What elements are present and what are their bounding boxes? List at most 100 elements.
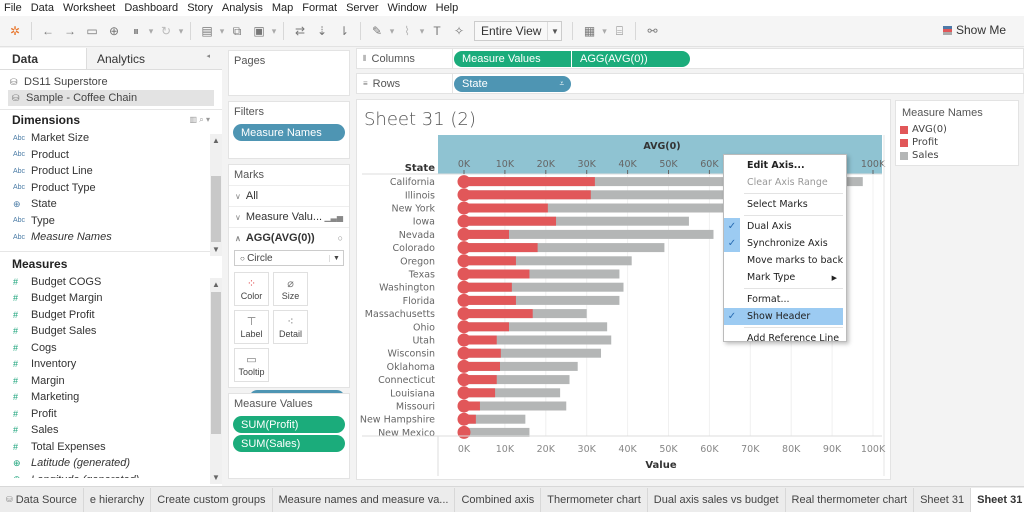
- menu-item-select-marks[interactable]: Select Marks: [724, 196, 846, 213]
- field-item[interactable]: Abc Product: [0, 147, 222, 164]
- dropdown-icon[interactable]: ▾: [270, 26, 278, 37]
- field-item[interactable]: # Total Expenses: [0, 439, 222, 456]
- fix-axes-icon[interactable]: ✧: [448, 24, 470, 38]
- scroll-down-icon[interactable]: ▼: [210, 473, 222, 482]
- scroll-down-icon[interactable]: ▼: [210, 245, 222, 254]
- columns-pill-measure-values[interactable]: Measure Values: [454, 50, 571, 67]
- redo-icon[interactable]: →: [59, 24, 81, 38]
- presentation-mode-icon[interactable]: ⌸: [608, 24, 630, 39]
- bar-profit[interactable]: [464, 216, 557, 226]
- field-item[interactable]: # Cogs: [0, 340, 222, 357]
- menu-item-show-header[interactable]: ✓ Show Header: [724, 308, 843, 325]
- field-item[interactable]: # Sales: [0, 422, 222, 439]
- row-label[interactable]: Nevada: [399, 230, 435, 241]
- circle-avg[interactable]: [457, 359, 471, 373]
- bar-profit[interactable]: [464, 309, 533, 319]
- circle-avg[interactable]: [457, 307, 471, 321]
- scroll-up-icon[interactable]: ▲: [210, 136, 222, 145]
- field-item[interactable]: Abc Product Type: [0, 180, 222, 197]
- field-item[interactable]: Abc Product Line: [0, 163, 222, 180]
- marks-row-agg-avg[interactable]: ∧ AGG(AVG(0)) ○: [229, 227, 349, 248]
- menu-item-mark-type[interactable]: Mark Type ▶: [724, 269, 846, 286]
- bar-profit[interactable]: [464, 282, 512, 292]
- field-item[interactable]: # Margin: [0, 373, 222, 390]
- bar-profit[interactable]: [464, 295, 516, 305]
- circle-avg[interactable]: [457, 214, 471, 228]
- mark-type-select[interactable]: ○ Circle ▼: [234, 250, 344, 266]
- menu-window[interactable]: Window: [388, 2, 427, 14]
- field-item[interactable]: ⊕ Latitude (generated): [0, 455, 222, 472]
- bar-profit[interactable]: [464, 269, 530, 279]
- legend-item[interactable]: AVG(0): [896, 123, 1018, 136]
- sort-ascending-icon[interactable]: ⇣: [311, 24, 333, 38]
- filter-pill-measure-names[interactable]: Measure Names: [233, 124, 345, 141]
- dropdown-icon[interactable]: ▾: [388, 26, 396, 37]
- dropdown-icon[interactable]: ▾: [600, 26, 608, 37]
- measure-value-pill[interactable]: SUM(Sales): [233, 435, 345, 452]
- label-button[interactable]: ⊤ Label: [234, 310, 269, 344]
- circle-avg[interactable]: [457, 280, 471, 294]
- bar-profit[interactable]: [464, 203, 548, 213]
- bar-profit[interactable]: [464, 177, 595, 187]
- marks-row-measure-values[interactable]: ∨ Measure Valu... ▁▃▅: [229, 206, 349, 227]
- datasource-item[interactable]: ⛁ DS11 Superstore: [0, 74, 222, 90]
- menu-item-move-marks-to-back[interactable]: Move marks to back: [724, 252, 846, 269]
- menu-format[interactable]: Format: [302, 2, 337, 14]
- row-label[interactable]: New Hampshire: [360, 415, 435, 426]
- field-item[interactable]: # Budget Sales: [0, 323, 222, 340]
- field-item[interactable]: ⊕ State: [0, 196, 222, 213]
- undo-icon[interactable]: ←: [37, 24, 59, 38]
- row-label[interactable]: California: [390, 177, 435, 188]
- scroll-thumb[interactable]: [211, 292, 221, 434]
- top-axis-title[interactable]: AVG(0): [643, 141, 680, 152]
- duplicate-icon[interactable]: ⧉: [226, 24, 248, 39]
- bar-profit[interactable]: [464, 322, 509, 332]
- row-label[interactable]: Oklahoma: [387, 362, 435, 373]
- size-button[interactable]: ⌀ Size: [273, 272, 308, 306]
- pane-menu-icon[interactable]: ◂: [206, 52, 210, 65]
- row-label[interactable]: Massachusetts: [365, 309, 435, 320]
- color-button[interactable]: ⁘ Color: [234, 272, 269, 306]
- row-label[interactable]: Utah: [412, 336, 435, 347]
- sheet-tab[interactable]: Thermometer chart: [541, 487, 648, 512]
- sheet-tab[interactable]: Combined axis: [455, 487, 542, 512]
- menu-file[interactable]: File: [4, 2, 22, 14]
- menu-story[interactable]: Story: [187, 2, 213, 14]
- sort-descending-icon[interactable]: ⇂: [333, 24, 355, 38]
- pause-updates-icon[interactable]: ⏸: [125, 24, 147, 39]
- field-item[interactable]: # Budget COGS: [0, 274, 222, 291]
- menu-item-edit-axis[interactable]: Edit Axis...: [724, 157, 846, 174]
- circle-avg[interactable]: [457, 267, 471, 281]
- new-worksheet-icon[interactable]: ▤: [196, 24, 218, 38]
- bar-profit[interactable]: [464, 243, 538, 253]
- menu-item-format[interactable]: Format...: [724, 291, 846, 308]
- share-icon[interactable]: ⚯: [641, 24, 663, 38]
- row-label[interactable]: New Mexico: [378, 428, 435, 439]
- circle-avg[interactable]: [457, 241, 471, 255]
- measure-value-pill[interactable]: SUM(Profit): [233, 416, 345, 433]
- tableau-logo-icon[interactable]: ✲: [4, 24, 26, 38]
- dropdown-icon[interactable]: ▾: [147, 26, 155, 37]
- circle-avg[interactable]: [457, 412, 471, 426]
- menu-item-synchronize-axis[interactable]: ✓ Synchronize Axis: [724, 235, 846, 252]
- field-item[interactable]: # Inventory: [0, 356, 222, 373]
- bar-profit[interactable]: [464, 190, 591, 200]
- rows-shelf[interactable]: ≡ Rows State ⩡: [356, 73, 1024, 94]
- field-item[interactable]: # Budget Profit: [0, 307, 222, 324]
- tab-data-source[interactable]: ⛁ Data Source: [0, 487, 84, 512]
- refresh-icon[interactable]: ↻: [155, 24, 177, 38]
- row-label[interactable]: Colorado: [393, 243, 436, 254]
- columns-shelf[interactable]: ⦀ Columns Measure Values AGG(AVG(0)): [356, 48, 1024, 69]
- dropdown-icon[interactable]: ▾: [418, 26, 426, 37]
- scroll-thumb[interactable]: [211, 176, 221, 242]
- menu-analysis[interactable]: Analysis: [222, 2, 263, 14]
- sheet-tab[interactable]: Measure names and measure va...: [273, 487, 456, 512]
- field-item[interactable]: Abc Measure Names: [0, 229, 222, 246]
- field-item[interactable]: # Marketing: [0, 389, 222, 406]
- menu-data[interactable]: Data: [31, 2, 54, 14]
- bar-profit[interactable]: [464, 229, 509, 239]
- menu-item-dual-axis[interactable]: ✓ Dual Axis: [724, 218, 846, 235]
- row-header-state[interactable]: State: [405, 163, 436, 174]
- legend-item[interactable]: Sales: [896, 149, 1018, 162]
- menu-server[interactable]: Server: [346, 2, 378, 14]
